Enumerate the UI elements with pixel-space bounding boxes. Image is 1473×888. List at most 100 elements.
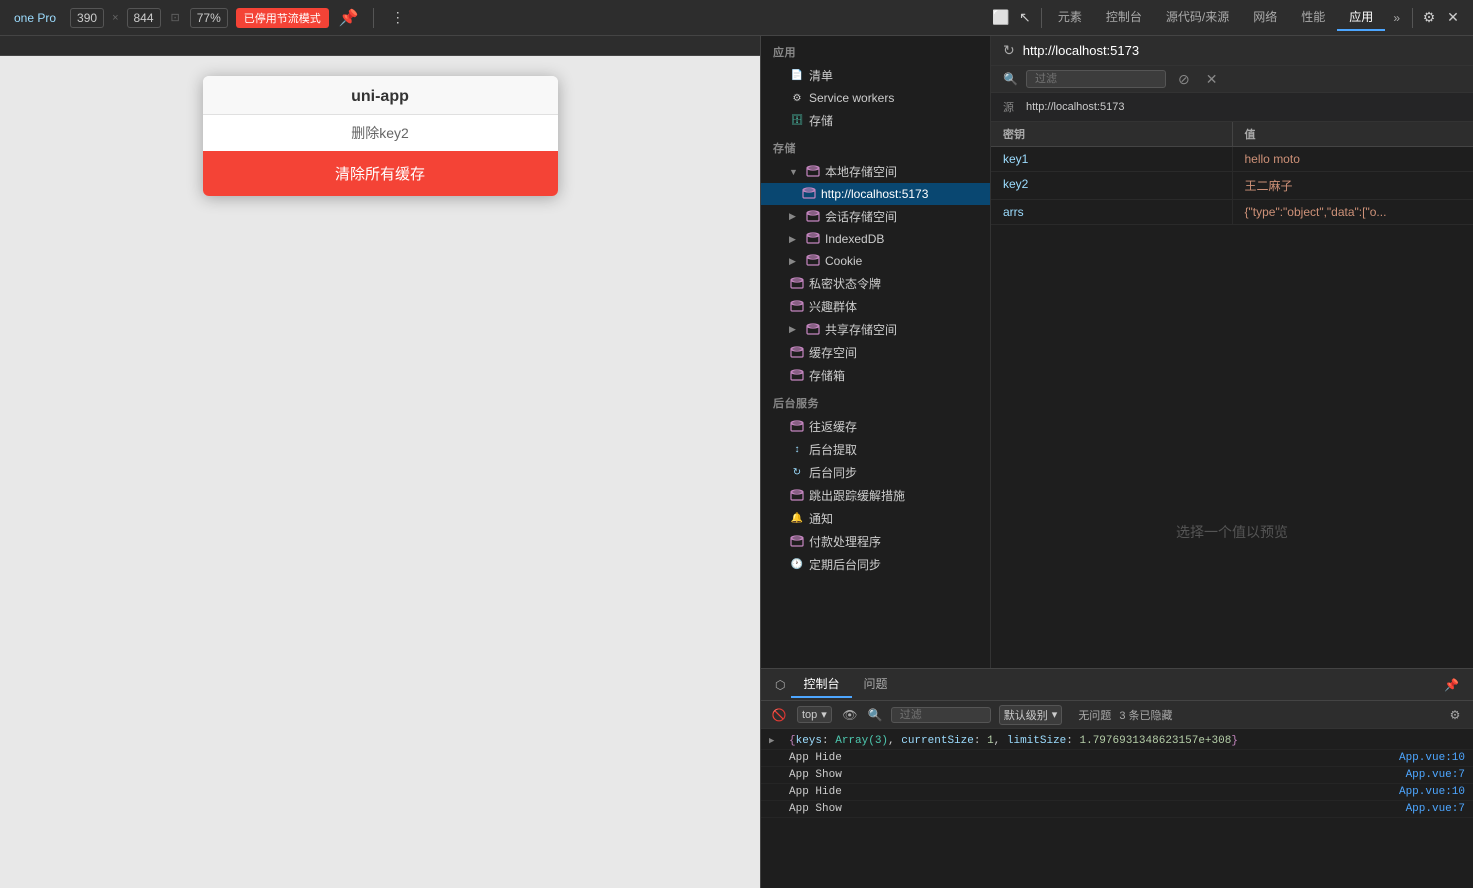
close-filter-btn[interactable]: ✕ <box>1202 71 1222 88</box>
tree-item-payment[interactable]: 付款处理程序 <box>761 530 990 553</box>
tree-item-localhost[interactable]: http://localhost:5173 <box>761 183 990 205</box>
main-area: 0 50 100 150 200 250 300 350 400 450 500… <box>0 36 1473 888</box>
list-item[interactable]: App Show App.vue:7 <box>761 801 1473 818</box>
tab-app[interactable]: 应用 <box>1337 4 1385 31</box>
app-hide-source-1[interactable]: App.vue:10 <box>1399 752 1465 764</box>
list-item[interactable]: App Show App.vue:7 <box>761 767 1473 784</box>
cookie-expand[interactable]: ▶ <box>789 256 801 267</box>
dt-detail: ↻ http://localhost:5173 🔍 ⊘ ✕ 源 http://l… <box>991 36 1473 668</box>
clear-filter-btn[interactable]: ⊘ <box>1174 71 1194 88</box>
tree-item-session-storage[interactable]: ▶ 会话存储空间 <box>761 205 990 228</box>
mode-badge[interactable]: 已停用节流模式 <box>236 8 329 28</box>
app-hide-source-2[interactable]: App.vue:10 <box>1399 786 1465 798</box>
devtools-nav-tabs: ⬜ ↖ 元素 控制台 源代码/来源 网络 性能 应用 » ⚙ ✕ <box>989 4 1465 31</box>
tree-item-bg-sync[interactable]: ↻ 后台同步 <box>761 461 990 484</box>
dt-url-bar: ↻ http://localhost:5173 <box>991 36 1473 66</box>
tab-issues[interactable]: 问题 <box>852 671 900 698</box>
table-cell-key2-key: key2 <box>991 172 1233 199</box>
device-mode-icon[interactable]: ⬜ <box>989 6 1013 30</box>
payment-label: 付款处理程序 <box>809 533 881 550</box>
manifest-icon: 📄 <box>789 68 805 84</box>
comma-span: , <box>888 735 901 747</box>
manifest-label: 清单 <box>809 67 833 84</box>
console-expand-icon[interactable]: ⬡ <box>769 674 791 696</box>
storage-app-label: 存储 <box>809 112 833 129</box>
tab-performance[interactable]: 性能 <box>1289 4 1337 31</box>
tree-item-periodic-sync[interactable]: 🕐 定期后台同步 <box>761 553 990 576</box>
local-storage-expand[interactable]: ▼ <box>789 167 801 177</box>
tab-more[interactable]: » <box>1385 7 1408 29</box>
array-span: Array(3) <box>835 735 888 747</box>
tree-item-private-token[interactable]: 私密状态令牌 <box>761 272 990 295</box>
tab-source[interactable]: 源代码/来源 <box>1154 4 1241 31</box>
tree-item-manifest[interactable]: 📄 清单 <box>761 64 990 87</box>
refresh-icon[interactable]: ↻ <box>1003 42 1015 59</box>
dt-table: 密钥 值 key1 hello moto key2 王二麻子 arrs <box>991 122 1473 395</box>
cursor-icon[interactable]: ↖ <box>1013 6 1037 30</box>
dt-console-toolbar: 🚫 top ▾ 👁 🔍 默认级别 ▾ 无问题 3 条已隐藏 ⚙ <box>761 701 1473 729</box>
tree-item-storage-box[interactable]: 存储箱 <box>761 364 990 387</box>
tree-item-interest-groups[interactable]: 兴趣群体 <box>761 295 990 318</box>
close-icon[interactable]: ✕ <box>1441 6 1465 30</box>
local-storage-label: 本地存储空间 <box>825 163 897 180</box>
tree-item-back-cache[interactable]: 往返缓存 <box>761 415 990 438</box>
width-label[interactable]: 390 <box>70 8 104 28</box>
console-hidden-count: 3 条已隐藏 <box>1119 707 1172 723</box>
tree-item-cookie[interactable]: ▶ Cookie <box>761 250 990 272</box>
toolbar-sep-1 <box>373 8 374 28</box>
console-ban-icon[interactable]: 🚫 <box>769 705 789 725</box>
dt-console-content[interactable]: ▶ {keys: Array(3), currentSize: 1, limit… <box>761 729 1473 888</box>
tree-item-bg-fetch[interactable]: ↕ 后台提取 <box>761 438 990 461</box>
notification-label: 通知 <box>809 510 833 527</box>
indexeddb-expand[interactable]: ▶ <box>789 234 801 245</box>
tree-item-indexeddb[interactable]: ▶ IndexedDB <box>761 228 990 250</box>
private-token-label: 私密状态令牌 <box>809 275 881 292</box>
list-item[interactable]: App Hide App.vue:10 <box>761 750 1473 767</box>
tree-item-service-workers[interactable]: ⚙ Service workers <box>761 87 990 109</box>
tree-item-storage-app[interactable]: 🗄 存储 <box>761 109 990 132</box>
tab-elements[interactable]: 元素 <box>1046 4 1094 31</box>
more-icon[interactable]: ⋮ <box>386 6 410 30</box>
console-level-dropdown[interactable]: 默认级别 ▾ <box>999 705 1063 725</box>
expand-arrow-icon[interactable]: ▶ <box>769 736 781 746</box>
console-settings-icon[interactable]: ⚙ <box>1445 705 1465 725</box>
console-no-issues: 无问题 <box>1078 707 1111 723</box>
console-eye-icon[interactable]: 👁 <box>840 705 860 725</box>
console-pin-icon[interactable]: 📌 <box>1438 674 1465 696</box>
tree-item-cache-storage[interactable]: 缓存空间 <box>761 341 990 364</box>
shared-storage-expand[interactable]: ▶ <box>789 324 801 335</box>
indexeddb-label: IndexedDB <box>825 232 884 246</box>
tree-item-bounce-tracking[interactable]: 跳出跟踪缓解措施 <box>761 484 990 507</box>
table-row[interactable]: arrs {"type":"object","data":["o... <box>991 200 1473 225</box>
tab-console[interactable]: 控制台 <box>1094 4 1154 31</box>
dt-body: 应用 📄 清单 ⚙ Service workers 🗄 存储 <box>761 36 1473 668</box>
height-label[interactable]: 844 <box>127 8 161 28</box>
table-row[interactable]: key2 王二麻子 <box>991 172 1473 200</box>
back-cache-icon <box>789 419 805 435</box>
console-top-dropdown[interactable]: top ▾ <box>797 706 832 723</box>
session-icon <box>805 209 821 225</box>
tab-network[interactable]: 网络 <box>1241 4 1289 31</box>
phone-delete-key2-btn[interactable]: 删除key2 <box>203 115 558 151</box>
list-item[interactable]: App Hide App.vue:10 <box>761 784 1473 801</box>
app-hide-text-1: App Hide <box>789 752 1391 764</box>
tree-item-local-storage[interactable]: ▼ 本地存储空间 <box>761 160 990 183</box>
settings-icon[interactable]: ⚙ <box>1417 6 1441 30</box>
session-expand[interactable]: ▶ <box>789 211 801 222</box>
app-show-source-1[interactable]: App.vue:7 <box>1406 769 1465 781</box>
source-label: 源 <box>1003 99 1014 115</box>
phone-clear-cache-btn[interactable]: 清除所有缓存 <box>203 151 558 196</box>
tree-item-shared-storage[interactable]: ▶ 共享存储空间 <box>761 318 990 341</box>
tree-item-notification[interactable]: 🔔 通知 <box>761 507 990 530</box>
limit-key-span: limitSize <box>1007 735 1066 747</box>
filter-input[interactable] <box>1026 70 1166 88</box>
console-filter-input[interactable] <box>891 707 991 723</box>
pinned-icon[interactable]: 📌 <box>337 6 361 30</box>
list-item[interactable]: ▶ {keys: Array(3), currentSize: 1, limit… <box>761 733 1473 750</box>
zoom-label[interactable]: 77% <box>190 8 228 28</box>
sw-label: Service workers <box>809 91 894 105</box>
table-row[interactable]: key1 hello moto <box>991 147 1473 172</box>
payment-icon <box>789 534 805 550</box>
tab-console-inner[interactable]: 控制台 <box>791 671 851 698</box>
app-show-source-2[interactable]: App.vue:7 <box>1406 803 1465 815</box>
